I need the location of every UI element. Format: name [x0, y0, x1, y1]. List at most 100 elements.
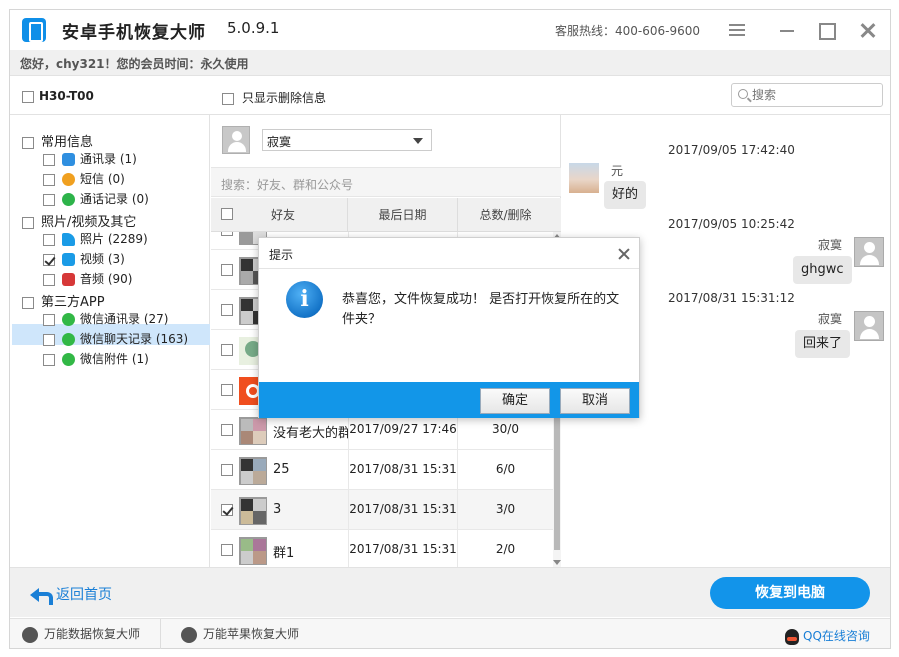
- column-header-friend[interactable]: 好友: [211, 198, 348, 232]
- row-checkbox[interactable]: [221, 544, 233, 556]
- column-header-count[interactable]: 总数/删除: [458, 198, 553, 232]
- message-bubble: 回来了: [795, 330, 851, 358]
- dialog-button-bar: 确定 取消: [259, 382, 639, 418]
- item-checkbox[interactable]: [43, 273, 55, 286]
- device-checkbox[interactable]: [22, 90, 34, 103]
- row-checkbox[interactable]: [221, 424, 233, 436]
- row-count: 6/0: [495, 462, 516, 476]
- avatar: [569, 163, 599, 193]
- item-checkbox[interactable]: [43, 313, 55, 326]
- item-checkbox[interactable]: [43, 353, 55, 366]
- info-icon: i: [286, 281, 323, 318]
- column-label: 好友: [271, 208, 296, 222]
- column-header-date[interactable]: 最后日期: [348, 198, 458, 232]
- close-icon[interactable]: [858, 20, 878, 40]
- tree-group-media[interactable]: 照片/视频及其它: [22, 211, 136, 231]
- search-box[interactable]: [731, 83, 883, 107]
- dialog-close-icon[interactable]: [617, 247, 631, 261]
- item-checkbox[interactable]: [43, 173, 55, 186]
- group-checkbox[interactable]: [22, 216, 34, 229]
- table-row[interactable]: 群1 2017/08/31 15:31 2/0: [211, 530, 553, 567]
- deleted-only-checkbox[interactable]: [222, 92, 234, 105]
- search-input[interactable]: [752, 87, 872, 103]
- table-row[interactable]: 25 2017/08/31 15:31 6/0: [211, 450, 553, 490]
- device-select-all[interactable]: H30-T00: [22, 89, 94, 103]
- cancel-button[interactable]: 取消: [560, 388, 630, 414]
- data-recovery-icon: [22, 626, 38, 643]
- row-checkbox[interactable]: [221, 232, 233, 236]
- avatar: [239, 497, 267, 525]
- tree-item-label: 微信通讯录 (27): [80, 312, 169, 326]
- tree-item-videos[interactable]: 视频 (3): [43, 250, 125, 270]
- message-timestamp: 2017/09/05 10:25:42: [668, 217, 795, 231]
- menu-icon[interactable]: [727, 20, 747, 40]
- back-home-link[interactable]: 返回首页: [30, 584, 112, 605]
- avatar: [239, 457, 267, 485]
- table-row[interactable]: 3 2017/08/31 15:31 3/0: [211, 490, 553, 530]
- tree-item-wechat-chats[interactable]: 微信聊天记录 (163): [43, 330, 188, 350]
- device-name: H30-T00: [39, 89, 94, 103]
- avatar: [239, 417, 267, 445]
- avatar: [854, 237, 884, 267]
- tree-group-third-party[interactable]: 第三方APP: [22, 291, 105, 311]
- item-checkbox[interactable]: [43, 233, 55, 246]
- tree-item-sms[interactable]: 短信 (0): [43, 170, 125, 190]
- row-checkbox[interactable]: [221, 304, 233, 316]
- contact-dropdown[interactable]: 寂寞: [262, 129, 432, 151]
- data-recovery-link[interactable]: 万能数据恢复大师: [22, 619, 140, 649]
- group-checkbox[interactable]: [22, 136, 34, 149]
- tree-item-label: 微信附件 (1): [80, 352, 149, 366]
- tree-item-wechat-attachments[interactable]: 微信附件 (1): [43, 350, 149, 370]
- chevron-down-icon: [413, 138, 423, 144]
- tree-item-wechat-contacts[interactable]: 微信通讯录 (27): [43, 310, 168, 330]
- minimize-icon[interactable]: [777, 20, 797, 40]
- item-checkbox[interactable]: [43, 253, 55, 266]
- contact-avatar: [222, 126, 250, 154]
- ok-button[interactable]: 确定: [480, 388, 550, 414]
- deleted-only-toggle[interactable]: 只显示删除信息: [222, 89, 326, 106]
- dialog-message: 恭喜您，文件恢复成功！ 是否打开恢复所在的文件夹？: [342, 292, 620, 327]
- action-bar: 返回首页 恢复到电脑: [10, 567, 890, 617]
- wechat-icon: [62, 313, 75, 326]
- table-header: 好友 最后日期 总数/删除: [211, 198, 561, 232]
- row-checkbox[interactable]: [221, 344, 233, 356]
- row-name: 3: [273, 502, 282, 517]
- row-checkbox[interactable]: [221, 504, 233, 516]
- tree-item-label: 短信 (0): [80, 172, 125, 186]
- select-all-checkbox[interactable]: [221, 208, 233, 220]
- message-timestamp: 2017/09/05 17:42:40: [668, 143, 795, 157]
- maximize-icon[interactable]: [816, 20, 836, 40]
- item-checkbox[interactable]: [43, 333, 55, 346]
- message-timestamp: 2017/08/31 15:31:12: [668, 291, 795, 305]
- tree-item-audio[interactable]: 音频 (90): [43, 270, 132, 290]
- tree-group-common[interactable]: 常用信息: [22, 131, 93, 151]
- item-checkbox[interactable]: [43, 153, 55, 166]
- dialog-title-bar: 提示: [259, 238, 639, 269]
- user-info-bar: 您好，chy321！您的会员时间：永久使用: [10, 50, 890, 76]
- row-name: 群1: [273, 546, 295, 561]
- avatar: [239, 537, 267, 565]
- friend-search-field[interactable]: 搜索：好友、群和公众号: [211, 167, 561, 197]
- message-sender: 元: [611, 164, 624, 178]
- tree-item-contacts[interactable]: 通讯录 (1): [43, 150, 137, 170]
- tree-item-label: 照片 (2289): [80, 232, 148, 246]
- row-name: 没有老大的群: [273, 426, 349, 441]
- item-checkbox[interactable]: [43, 193, 55, 206]
- row-checkbox[interactable]: [221, 464, 233, 476]
- tree-item-photos[interactable]: 照片 (2289): [43, 230, 148, 250]
- row-date: 2017/08/31 15:31: [348, 530, 458, 567]
- row-checkbox[interactable]: [221, 264, 233, 276]
- row-checkbox[interactable]: [221, 384, 233, 396]
- sms-icon: [62, 173, 75, 186]
- row-count: 3/0: [495, 502, 516, 516]
- scroll-down-icon[interactable]: [553, 560, 561, 565]
- tree-item-call-log[interactable]: 通话记录 (0): [43, 190, 149, 210]
- qq-consult-label: QQ在线咨询: [803, 629, 870, 643]
- restore-to-pc-button[interactable]: 恢复到电脑: [710, 577, 870, 609]
- apple-recovery-link[interactable]: 万能苹果恢复大师: [181, 619, 299, 649]
- footer-divider: [160, 619, 161, 649]
- video-icon: [62, 253, 75, 266]
- qq-consult-link[interactable]: QQ在线咨询: [785, 627, 870, 645]
- group-checkbox[interactable]: [22, 296, 34, 309]
- app-title: 安卓手机恢复大师: [62, 23, 206, 43]
